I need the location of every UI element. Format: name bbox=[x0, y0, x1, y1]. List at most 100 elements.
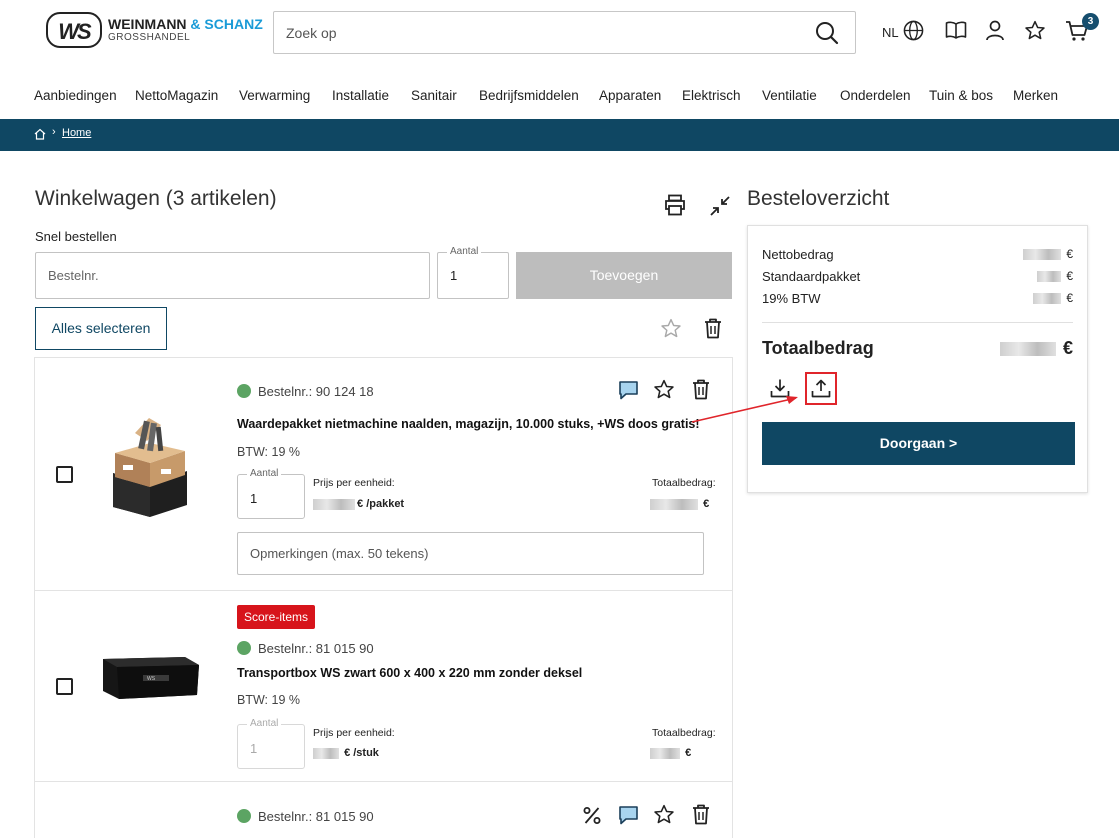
annotation-arrow-icon bbox=[691, 396, 798, 423]
summary-divider bbox=[762, 322, 1073, 323]
order-number-field[interactable] bbox=[35, 252, 430, 299]
remarks-field[interactable] bbox=[237, 532, 704, 575]
order-number: Bestelnr.: 90 124 18 bbox=[258, 384, 374, 399]
availability-dot bbox=[237, 384, 251, 398]
nav-item-onderdelen[interactable]: Onderdelen bbox=[840, 88, 911, 103]
nav-item-ventilatie[interactable]: Ventilatie bbox=[762, 88, 817, 103]
collapse-icon[interactable] bbox=[709, 195, 731, 217]
logo-mark: WS bbox=[46, 12, 102, 48]
add-button[interactable]: Toevoegen bbox=[516, 252, 732, 299]
home-icon[interactable] bbox=[34, 128, 46, 140]
order-number-input[interactable] bbox=[36, 253, 429, 298]
availability-dot bbox=[237, 641, 251, 655]
quantity-value: 1 bbox=[250, 741, 258, 756]
favorite-star-icon[interactable] bbox=[653, 804, 675, 825]
logo-subtitle: GROSSHANDEL bbox=[108, 32, 191, 43]
delete-trash-icon[interactable] bbox=[692, 804, 710, 825]
nav-item-verwarming[interactable]: Verwarming bbox=[239, 88, 310, 103]
cart-count-badge: 3 bbox=[1082, 13, 1099, 30]
cart-item: Bestelnr.: 81 015 90 bbox=[35, 782, 732, 838]
score-items-badge: Score-items bbox=[237, 605, 316, 629]
print-icon[interactable] bbox=[663, 194, 687, 216]
product-image[interactable]: WS bbox=[99, 653, 203, 703]
account-icon[interactable] bbox=[985, 20, 1005, 41]
product-title[interactable]: Transportbox WS zwart 600 x 400 x 220 mm… bbox=[237, 666, 582, 680]
upload-icon[interactable] bbox=[811, 378, 831, 398]
item-checkbox[interactable] bbox=[56, 678, 73, 695]
globe-icon[interactable] bbox=[903, 20, 924, 41]
summary-title: Besteloverzicht bbox=[747, 187, 890, 210]
order-summary-panel: Nettobedrag € Standaardpakket € 19% BTW … bbox=[747, 225, 1088, 493]
vat-value: € bbox=[1032, 291, 1073, 305]
favorite-all-star-icon[interactable] bbox=[660, 318, 682, 339]
comment-icon[interactable] bbox=[618, 805, 639, 826]
net-amount-row: Nettobedrag € bbox=[762, 247, 1073, 262]
delete-all-trash-icon[interactable] bbox=[704, 318, 722, 339]
total-price: € bbox=[650, 747, 691, 759]
unit-price-label: Prijs per eenheid: bbox=[313, 477, 395, 489]
order-number: Bestelnr.: 81 015 90 bbox=[258, 641, 374, 656]
quick-qty-input[interactable] bbox=[438, 253, 508, 298]
logo[interactable]: WS WEINMANN & SCHANZ GROSSHANDEL bbox=[46, 12, 263, 50]
favorite-star-icon[interactable] bbox=[653, 379, 675, 400]
unit-price-label: Prijs per eenheid: bbox=[313, 727, 395, 739]
cart-item: Score-items WS Bestelnr.: 81 015 90 Tran… bbox=[35, 591, 732, 782]
quick-order-label: Snel bestellen bbox=[35, 229, 117, 244]
quick-qty-field[interactable]: Aantal bbox=[437, 246, 509, 299]
nav-item-elektrisch[interactable]: Elektrisch bbox=[682, 88, 741, 103]
vat-label: 19% BTW bbox=[762, 291, 821, 306]
package-label: Standaardpakket bbox=[762, 269, 861, 284]
cart-item: Bestelnr.: 90 124 18 Waardepakket nietma… bbox=[35, 358, 732, 591]
quantity-label: Aantal bbox=[247, 468, 282, 479]
total-amount-value: € bbox=[999, 338, 1073, 359]
availability-dot bbox=[237, 809, 251, 823]
net-amount-value: € bbox=[1022, 247, 1073, 261]
nav-item-sanitair[interactable]: Sanitair bbox=[411, 88, 457, 103]
item-checkbox[interactable] bbox=[56, 466, 73, 483]
quantity-field[interactable]: Aantal 1 bbox=[237, 468, 305, 519]
total-price: € bbox=[650, 498, 709, 510]
quantity-field: Aantal 1 bbox=[237, 718, 305, 769]
package-row: Standaardpakket € bbox=[762, 269, 1073, 284]
nav-item-aanbiedingen[interactable]: Aanbiedingen bbox=[34, 88, 117, 103]
breadcrumb-home-link[interactable]: Home bbox=[62, 127, 91, 139]
quick-qty-label: Aantal bbox=[447, 246, 482, 257]
vat-row: 19% BTW € bbox=[762, 291, 1073, 306]
favorites-star-icon[interactable] bbox=[1024, 20, 1046, 41]
vat-rate: BTW: 19 % bbox=[237, 693, 300, 707]
svg-text:WS: WS bbox=[147, 676, 156, 682]
quantity-value: 1 bbox=[250, 491, 258, 506]
logo-name: WEINMANN & SCHANZ bbox=[108, 16, 263, 32]
remarks-input[interactable] bbox=[238, 533, 703, 574]
search-input[interactable] bbox=[274, 12, 855, 53]
nav-item-bedrijfsmiddelen[interactable]: Bedrijfsmiddelen bbox=[479, 88, 579, 103]
product-image[interactable] bbox=[105, 413, 195, 518]
comment-icon[interactable] bbox=[618, 380, 639, 401]
net-amount-label: Nettobedrag bbox=[762, 247, 834, 262]
quantity-label: Aantal bbox=[247, 718, 282, 729]
vat-rate: BTW: 19 % bbox=[237, 445, 300, 459]
nav-item-merken[interactable]: Merken bbox=[1013, 88, 1058, 103]
breadcrumb-separator-icon: › bbox=[52, 126, 56, 138]
select-all-button[interactable]: Alles selecteren bbox=[35, 307, 167, 350]
search-box[interactable] bbox=[273, 11, 856, 54]
language-label[interactable]: NL bbox=[882, 25, 899, 40]
total-price-label: Totaalbedrag: bbox=[652, 727, 716, 739]
nav-item-tuin-bos[interactable]: Tuin & bos bbox=[929, 88, 993, 103]
nav-item-apparaten[interactable]: Apparaten bbox=[599, 88, 661, 103]
nav-item-nettomagazin[interactable]: NettoMagazin bbox=[135, 88, 218, 103]
page-title: Winkelwagen (3 artikelen) bbox=[35, 187, 277, 210]
search-icon[interactable] bbox=[815, 21, 839, 45]
total-amount-label: Totaalbedrag bbox=[762, 338, 874, 358]
total-price-label: Totaalbedrag: bbox=[652, 477, 716, 489]
catalog-book-icon[interactable] bbox=[945, 20, 967, 40]
unit-price: € /pakket bbox=[313, 498, 404, 510]
discount-percent-icon[interactable] bbox=[583, 806, 601, 825]
order-number: Bestelnr.: 81 015 90 bbox=[258, 809, 374, 824]
product-title[interactable]: Waardepakket nietmachine naalden, magazi… bbox=[237, 417, 700, 431]
breadcrumb: › Home bbox=[0, 119, 1119, 151]
package-value: € bbox=[1036, 269, 1073, 283]
cart-items-list: Bestelnr.: 90 124 18 Waardepakket nietma… bbox=[34, 357, 733, 838]
nav-item-installatie[interactable]: Installatie bbox=[332, 88, 389, 103]
unit-price: € /stuk bbox=[313, 747, 379, 759]
